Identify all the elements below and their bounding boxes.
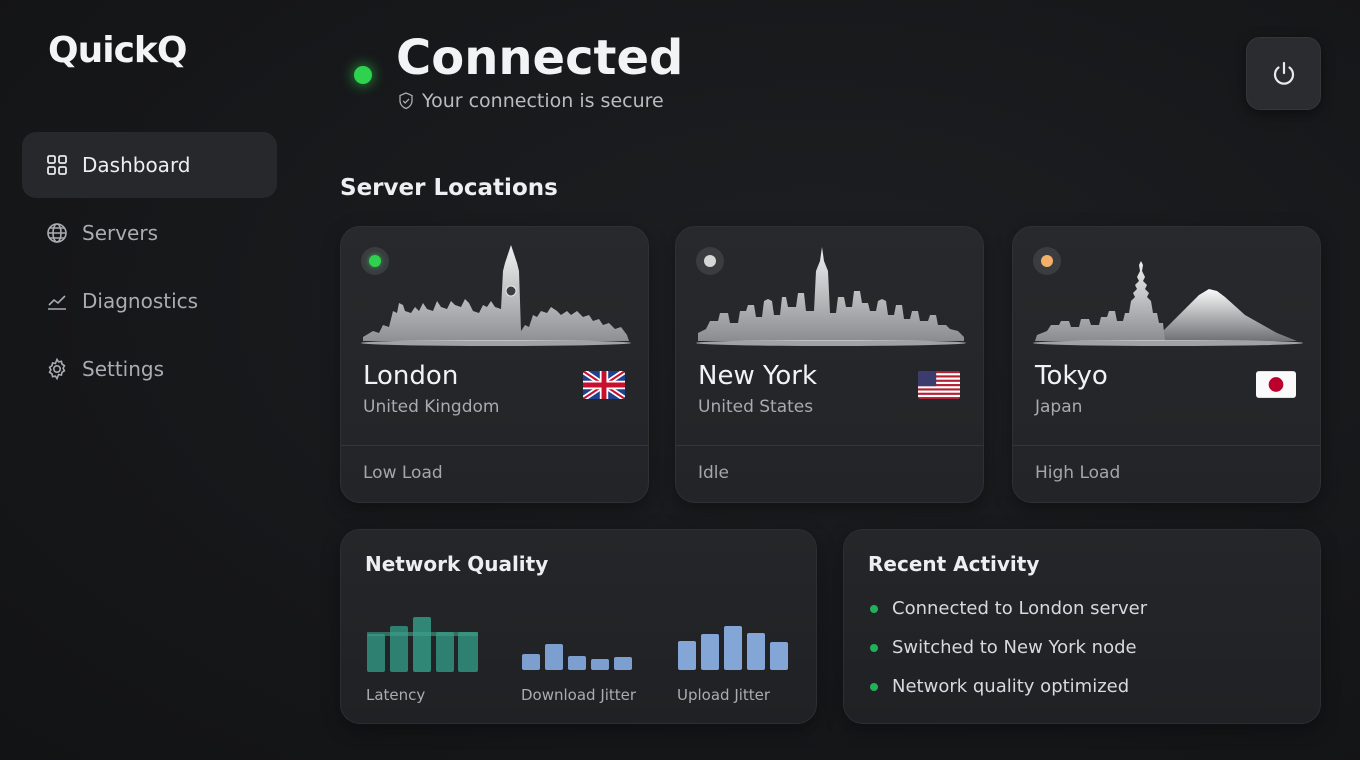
card-divider (676, 445, 983, 446)
globe-icon (44, 220, 70, 246)
activity-item: Switched to New York node (870, 637, 1137, 658)
upload-jitter-bars-icon (678, 626, 788, 670)
sidebar-item-servers[interactable]: Servers (22, 200, 277, 266)
server-load: Idle (698, 463, 729, 483)
sidebar-item-dashboard[interactable]: Dashboard (22, 132, 277, 198)
sidebar-item-label: Settings (82, 357, 165, 381)
server-status-indicator (1033, 247, 1061, 275)
activity-item: Network quality optimized (870, 676, 1129, 697)
network-quality-panel: Network Quality Latency Download Jitter (340, 529, 817, 724)
server-country: United States (698, 397, 814, 417)
upload-jitter-metric: Upload Jitter (677, 614, 791, 704)
activity-dot (870, 604, 878, 613)
power-button[interactable] (1246, 37, 1321, 110)
grid-icon (44, 152, 70, 178)
sidebar-item-label: Diagnostics (82, 289, 199, 313)
server-status-indicator (696, 247, 724, 275)
panel-title: Recent Activity (868, 552, 1040, 576)
sidebar-item-diagnostics[interactable]: Diagnostics (22, 268, 277, 334)
download-jitter-metric: Download Jitter (521, 614, 636, 704)
uk-flag-icon (583, 371, 625, 399)
new-york-skyline-image (696, 247, 966, 346)
chart-line-icon (44, 288, 70, 314)
activity-text: Switched to New York node (892, 637, 1137, 658)
metric-label: Latency (366, 686, 426, 704)
us-flag-icon (918, 371, 960, 399)
server-country: United Kingdom (363, 397, 500, 417)
app-logo: QuickQ (48, 30, 187, 71)
sidebar-item-label: Servers (82, 221, 159, 245)
server-city: London (363, 361, 459, 391)
recent-activity-panel: Recent Activity Connected to London serv… (843, 529, 1321, 724)
server-city: New York (698, 361, 818, 391)
server-card-tokyo[interactable]: Tokyo Japan High Load (1012, 226, 1321, 503)
metric-label: Upload Jitter (677, 686, 771, 704)
latency-bars-icon (367, 617, 478, 672)
card-divider (341, 445, 648, 446)
download-jitter-bars-icon (522, 644, 632, 670)
connection-status-dot (354, 66, 372, 84)
gear-icon (44, 356, 70, 382)
japan-flag-icon (1256, 371, 1296, 398)
activity-dot (870, 643, 878, 652)
power-icon (1273, 61, 1294, 85)
activity-item: Connected to London server (870, 598, 1147, 619)
secure-status-text: Your connection is secure (422, 90, 664, 112)
server-card-london[interactable]: London United Kingdom Low Load (340, 226, 649, 503)
sidebar: QuickQ Dashboard Servers Diagnostics Set… (0, 0, 300, 760)
server-city: Tokyo (1035, 361, 1108, 391)
activity-text: Network quality optimized (892, 676, 1130, 697)
server-card-new-york[interactable]: New York United States Idle (675, 226, 984, 503)
latency-metric: Latency (366, 614, 480, 704)
panel-title: Network Quality (365, 552, 549, 576)
tokyo-skyline-image (1033, 261, 1303, 346)
london-skyline-image (361, 245, 631, 346)
server-load: High Load (1035, 463, 1121, 483)
section-title-server-locations: Server Locations (340, 175, 558, 201)
shield-check-icon (399, 92, 413, 110)
sidebar-item-label: Dashboard (82, 153, 191, 177)
card-divider (1013, 445, 1320, 446)
server-load: Low Load (363, 463, 443, 483)
sidebar-item-settings[interactable]: Settings (22, 336, 277, 402)
secure-status: Your connection is secure (398, 90, 664, 112)
server-status-indicator (361, 247, 389, 275)
activity-text: Connected to London server (892, 598, 1148, 619)
connection-status-title: Connected (396, 30, 684, 86)
metric-label: Download Jitter (521, 686, 637, 704)
server-country: Japan (1035, 397, 1083, 417)
activity-dot (870, 682, 878, 691)
